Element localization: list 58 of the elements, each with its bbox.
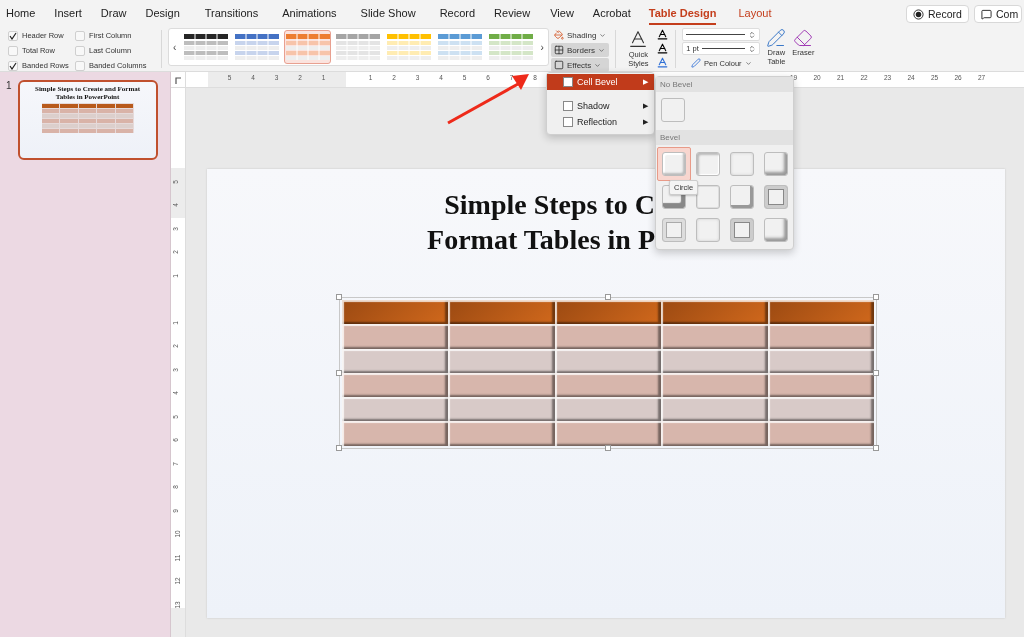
square-icon: [554, 60, 564, 70]
ribbon-tab[interactable]: Layout: [738, 1, 772, 25]
resize-handle[interactable]: [605, 294, 611, 300]
section-heading: No Bevel: [656, 77, 793, 92]
resize-handle[interactable]: [336, 444, 342, 451]
record-icon: [913, 8, 924, 20]
ribbon-tab[interactable]: Draw: [100, 1, 127, 25]
checkbox[interactable]: [8, 30, 18, 41]
record-button[interactable]: Record: [906, 5, 969, 23]
pen-icon: [691, 58, 702, 68]
text-fill-icon[interactable]: [656, 28, 670, 41]
grid-icon: [554, 45, 564, 55]
square-icon: [563, 77, 573, 87]
table-pencil-icon: [766, 28, 787, 48]
slide-number: 1: [6, 80, 12, 91]
section-heading: Bevel: [656, 130, 793, 145]
checkbox[interactable]: [8, 60, 18, 71]
scroll-right-button[interactable]: ›: [538, 41, 546, 53]
resize-handle[interactable]: [336, 369, 342, 376]
resize-handle[interactable]: [873, 444, 879, 451]
ribbon-tab[interactable]: View: [550, 1, 574, 25]
ribbon-tab[interactable]: Animations: [282, 1, 337, 25]
checkmark-icon: [9, 61, 17, 70]
ribbon-tab[interactable]: Slide Show: [360, 1, 416, 25]
stepper-icon: [748, 30, 757, 39]
tab-stop-icon[interactable]: [174, 75, 182, 84]
line-style-field[interactable]: [682, 28, 761, 41]
scroll-left-button[interactable]: ‹: [171, 41, 179, 53]
text-effects-icon[interactable]: [656, 56, 670, 69]
text-outline-icon[interactable]: [656, 42, 670, 55]
chevron-icon: [744, 59, 752, 67]
square-icon: [563, 101, 573, 111]
resize-handle[interactable]: [873, 369, 879, 376]
resize-handle[interactable]: [873, 294, 879, 300]
paint-bucket-icon: [554, 30, 564, 40]
ribbon-tab[interactable]: Table Design: [648, 1, 717, 25]
ribbon-tab[interactable]: Record: [439, 1, 476, 25]
ribbon-button[interactable]: Shading: [551, 28, 610, 42]
no-bevel-swatch[interactable]: [661, 98, 685, 122]
resize-handle[interactable]: [336, 294, 342, 300]
ribbon-tab[interactable]: Design: [145, 1, 180, 25]
ribbon-tab[interactable]: Home: [6, 1, 36, 25]
resize-handle[interactable]: [605, 444, 611, 451]
slide-title: Simple Steps to C: [444, 188, 655, 222]
slide-title: Format Tables in P: [427, 223, 655, 257]
ribbon-button[interactable]: Effects: [551, 58, 610, 72]
stepper-icon: [748, 44, 757, 53]
ribbon-button[interactable]: Borders: [551, 43, 610, 57]
ribbon-tab[interactable]: Insert: [54, 1, 82, 25]
comments-button[interactable]: Com: [974, 5, 1023, 23]
square-icon: [563, 117, 573, 127]
ribbon-tab[interactable]: Acrobat: [592, 1, 631, 25]
checkmark-icon: [9, 31, 17, 40]
ribbon-tab[interactable]: Review: [494, 1, 531, 25]
bevel-option[interactable]: [657, 147, 691, 181]
comment-icon: [981, 8, 992, 20]
ribbon-tab[interactable]: Transitions: [204, 1, 259, 25]
eraser-icon: [793, 28, 814, 48]
